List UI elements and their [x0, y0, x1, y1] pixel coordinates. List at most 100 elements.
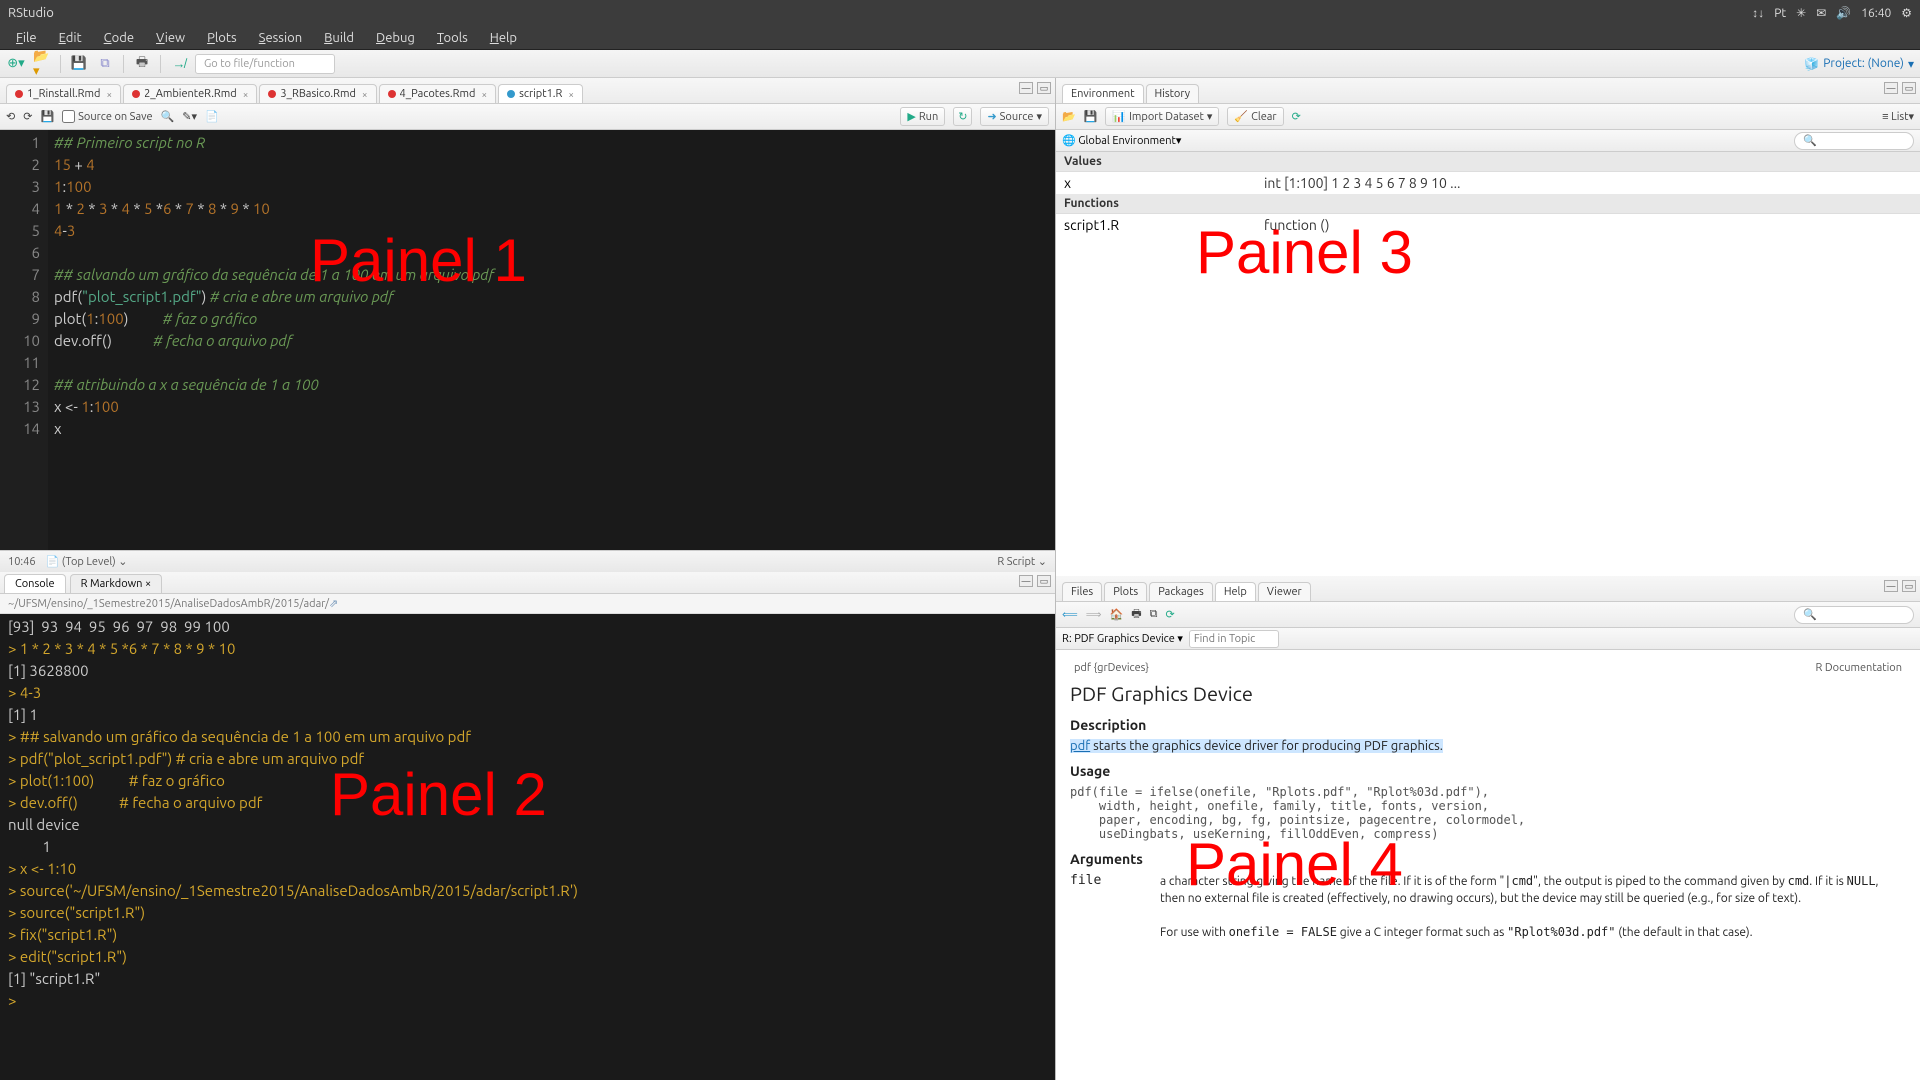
tab-console[interactable]: Console — [4, 574, 66, 593]
language-mode[interactable]: R Script ⌄ — [997, 555, 1047, 568]
env-scope-selector[interactable]: 🌐 Global Environment▾ — [1062, 134, 1181, 147]
help-back-button[interactable]: ⟸ — [1062, 608, 1078, 621]
tab-plots[interactable]: Plots — [1104, 582, 1147, 601]
run-button[interactable]: ▶Run — [900, 107, 945, 126]
pane-maximize-button[interactable]: ▭ — [1902, 580, 1916, 592]
source-tab[interactable]: script1.R × — [498, 84, 583, 103]
menu-file[interactable]: File — [6, 29, 47, 47]
project-menu[interactable]: 🧊 Project: (None) ▾ — [1804, 57, 1914, 71]
help-doc-label: R Documentation — [1816, 662, 1903, 674]
help-desc-heading: Description — [1070, 717, 1906, 733]
menu-edit[interactable]: Edit — [49, 29, 92, 47]
help-forward-button[interactable]: ⟹ — [1086, 608, 1102, 621]
env-tabs: Environment History — ▭ — [1056, 78, 1920, 104]
goto-file-input[interactable]: Go to file/function — [195, 54, 335, 74]
back-button[interactable]: ⟲ — [6, 110, 15, 123]
menu-build[interactable]: Build — [314, 29, 364, 47]
source-tab[interactable]: 1_Rinstall.Rmd × — [6, 84, 121, 103]
console-tabs: Console R Markdown × — ▭ — [0, 572, 1055, 594]
import-dataset-button[interactable]: 📊 Import Dataset▾ — [1105, 107, 1219, 126]
help-home-button[interactable]: 🏠 — [1110, 608, 1124, 621]
main-toolbar: ⊕▾ 📂▾ 💾 ⧉ 🖶 ↛ Go to file/function 🧊 Proj… — [0, 50, 1920, 78]
refresh-button[interactable]: ⟳ — [1292, 110, 1301, 123]
source-on-save-checkbox[interactable]: Source on Save — [62, 110, 152, 123]
help-print-button[interactable]: 🖶 — [1131, 605, 1141, 624]
menu-plots[interactable]: Plots — [197, 29, 247, 47]
project-cube-icon: 🧊 — [1804, 57, 1819, 71]
help-breadcrumb-bar: R: PDF Graphics Device ▾ — [1056, 628, 1920, 650]
save-button[interactable]: 💾 — [40, 110, 54, 123]
help-search-input[interactable]: 🔍 — [1794, 606, 1914, 624]
tab-files[interactable]: Files — [1062, 582, 1102, 601]
help-args-heading: Arguments — [1070, 851, 1906, 867]
pane-maximize-button[interactable]: ▭ — [1037, 82, 1051, 94]
open-file-button[interactable]: 📂▾ — [32, 54, 52, 74]
load-workspace-button[interactable]: 📂 — [1062, 110, 1076, 123]
clear-button[interactable]: 🧹 Clear — [1227, 107, 1283, 126]
help-toolbar: ⟸ ⟹ 🏠 🖶 ⧉ ⟳ 🔍 — [1056, 602, 1920, 628]
menu-view[interactable]: View — [146, 29, 195, 47]
pane-maximize-button[interactable]: ▭ — [1037, 575, 1051, 587]
report-button[interactable]: 📄 — [205, 110, 219, 123]
tab-viewer[interactable]: Viewer — [1258, 582, 1311, 601]
menu-debug[interactable]: Debug — [366, 29, 425, 47]
source-tab[interactable]: 4_Pacotes.Rmd × — [379, 84, 497, 103]
menu-help[interactable]: Help — [480, 29, 527, 47]
source-statusbar: 10:46 📄 (Top Level) ⌄ R Script ⌄ — [0, 550, 1055, 572]
tab-rmarkdown[interactable]: R Markdown × — [70, 574, 163, 593]
find-button[interactable]: 🔍 — [161, 110, 175, 123]
save-all-button[interactable]: ⧉ — [95, 54, 115, 74]
help-pdf-link[interactable]: pdf — [1070, 739, 1090, 753]
save-button[interactable]: 💾 — [69, 54, 89, 74]
scope-indicator[interactable]: 📄 (Top Level) ⌄ — [46, 555, 128, 568]
app-title: RStudio — [8, 6, 54, 20]
rerun-button[interactable]: ↻ — [953, 107, 972, 126]
pane-minimize-button[interactable]: — — [1884, 580, 1898, 592]
tray-network-icon[interactable]: ↕↓ — [1752, 6, 1764, 20]
source-tab[interactable]: 2_AmbienteR.Rmd × — [123, 84, 257, 103]
env-section-header: Functions — [1056, 194, 1920, 214]
source-button[interactable]: ➜Source ▾ — [980, 107, 1049, 126]
code-editor[interactable]: 1234567891011121314 ## Primeiro script n… — [0, 130, 1055, 550]
env-search-input[interactable]: 🔍 — [1794, 132, 1914, 150]
menu-code[interactable]: Code — [94, 29, 144, 47]
wand-button[interactable]: ✎▾ — [182, 110, 197, 123]
new-file-button[interactable]: ⊕▾ — [6, 54, 26, 74]
tray-mail-icon[interactable]: ✉ — [1816, 6, 1826, 20]
env-scope-bar: 🌐 Global Environment▾ 🔍 — [1056, 130, 1920, 152]
menu-session[interactable]: Session — [249, 29, 312, 47]
find-in-topic-input[interactable] — [1189, 630, 1279, 648]
env-row[interactable]: script1.Rfunction () — [1056, 214, 1920, 236]
tray-clock[interactable]: 16:40 — [1861, 7, 1891, 20]
tab-help[interactable]: Help — [1215, 582, 1256, 601]
help-content[interactable]: pdf {grDevices} R Documentation PDF Grap… — [1056, 650, 1920, 1080]
source-tab[interactable]: 3_RBasico.Rmd × — [259, 84, 376, 103]
tray-lang-icon[interactable]: Pt — [1774, 7, 1786, 20]
console-output[interactable]: [93] 93 94 95 96 97 98 99 100 > 1 * 2 * … — [0, 614, 1055, 1080]
forward-button[interactable]: ⟳ — [23, 110, 32, 123]
tray-gear-icon[interactable]: ⚙ — [1901, 6, 1912, 20]
tray-volume-icon[interactable]: 🔊 — [1836, 6, 1851, 20]
tab-history[interactable]: History — [1146, 84, 1200, 103]
pane-maximize-button[interactable]: ▭ — [1902, 82, 1916, 94]
environment-pane: Environment History — ▭ 📂 💾 📊 Import Dat… — [1056, 78, 1920, 576]
save-workspace-button[interactable]: 💾 — [1084, 110, 1098, 123]
goto-button[interactable]: ↛ — [169, 54, 189, 74]
help-topic[interactable]: R: PDF Graphics Device ▾ — [1062, 632, 1183, 645]
env-section-header: Values — [1056, 152, 1920, 172]
pane-minimize-button[interactable]: — — [1019, 575, 1033, 587]
menu-tools[interactable]: Tools — [427, 29, 478, 47]
view-mode-button[interactable]: ≡ List▾ — [1882, 110, 1914, 123]
pane-minimize-button[interactable]: — — [1019, 82, 1033, 94]
print-button[interactable]: 🖶 — [132, 54, 152, 74]
tray-bluetooth-icon[interactable]: ✳ — [1796, 6, 1806, 20]
pane-minimize-button[interactable]: — — [1884, 82, 1898, 94]
source-pane: 1_Rinstall.Rmd × 2_AmbienteR.Rmd × 3_RBa… — [0, 78, 1055, 572]
environment-list: Painel 3 Valuesxint [1:100] 1 2 3 4 5 6 … — [1056, 152, 1920, 576]
help-popout-button[interactable]: ⧉ — [1150, 608, 1158, 621]
tab-packages[interactable]: Packages — [1149, 582, 1213, 601]
tab-environment[interactable]: Environment — [1062, 84, 1144, 103]
help-refresh-button[interactable]: ⟳ — [1166, 608, 1175, 621]
window-titlebar: RStudio ↕↓ Pt ✳ ✉ 🔊 16:40 ⚙ — [0, 0, 1920, 26]
env-row[interactable]: xint [1:100] 1 2 3 4 5 6 7 8 9 10 ... — [1056, 172, 1920, 194]
